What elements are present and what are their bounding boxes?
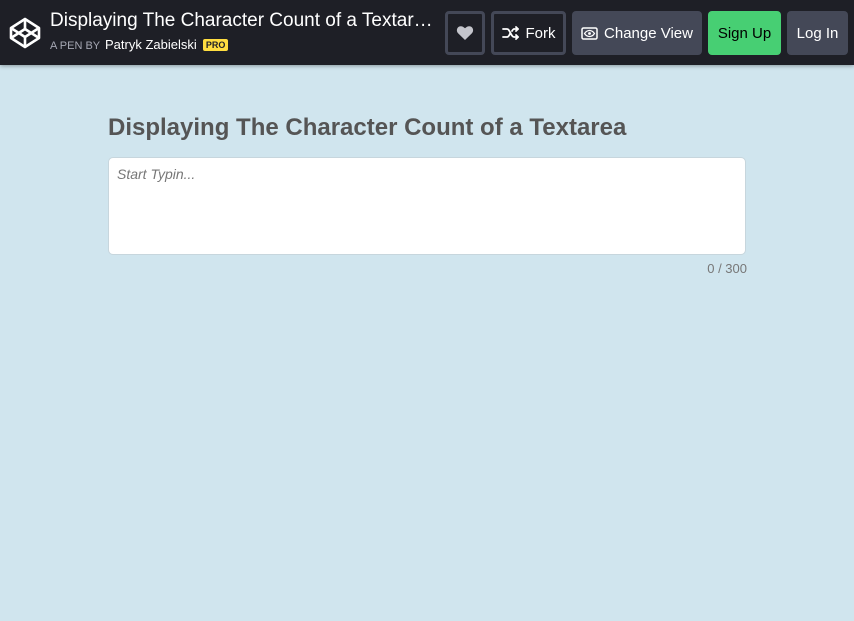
byline-prefix: A PEN BY — [50, 40, 100, 52]
counter-separator: / — [714, 261, 726, 276]
codepen-logo-icon[interactable] — [8, 16, 42, 50]
fork-icon — [501, 26, 519, 40]
change-view-label: Change View — [604, 24, 693, 42]
counter-max: 300 — [725, 261, 747, 276]
message-textarea[interactable] — [108, 157, 746, 255]
character-counter: 0 / 300 — [600, 261, 747, 277]
author-link[interactable]: Patryk Zabielski — [105, 37, 197, 52]
eye-icon — [581, 26, 598, 40]
heart-icon — [456, 26, 474, 40]
top-bar: Displaying The Character Count of a Text… — [0, 0, 854, 65]
log-in-button[interactable]: Log In — [787, 11, 848, 55]
pro-badge: PRO — [202, 39, 229, 51]
fork-button[interactable]: Fork — [491, 11, 566, 55]
pen-title[interactable]: Displaying The Character Count of a Text… — [50, 9, 434, 33]
like-button[interactable] — [445, 11, 485, 55]
page-title: Displaying The Character Count of a Text… — [108, 114, 627, 141]
fork-label: Fork — [525, 24, 556, 42]
pen-byline: A PEN BY Patryk Zabielski PRO — [50, 37, 229, 53]
sign-up-button[interactable]: Sign Up — [708, 11, 781, 55]
change-view-button[interactable]: Change View — [572, 11, 702, 55]
